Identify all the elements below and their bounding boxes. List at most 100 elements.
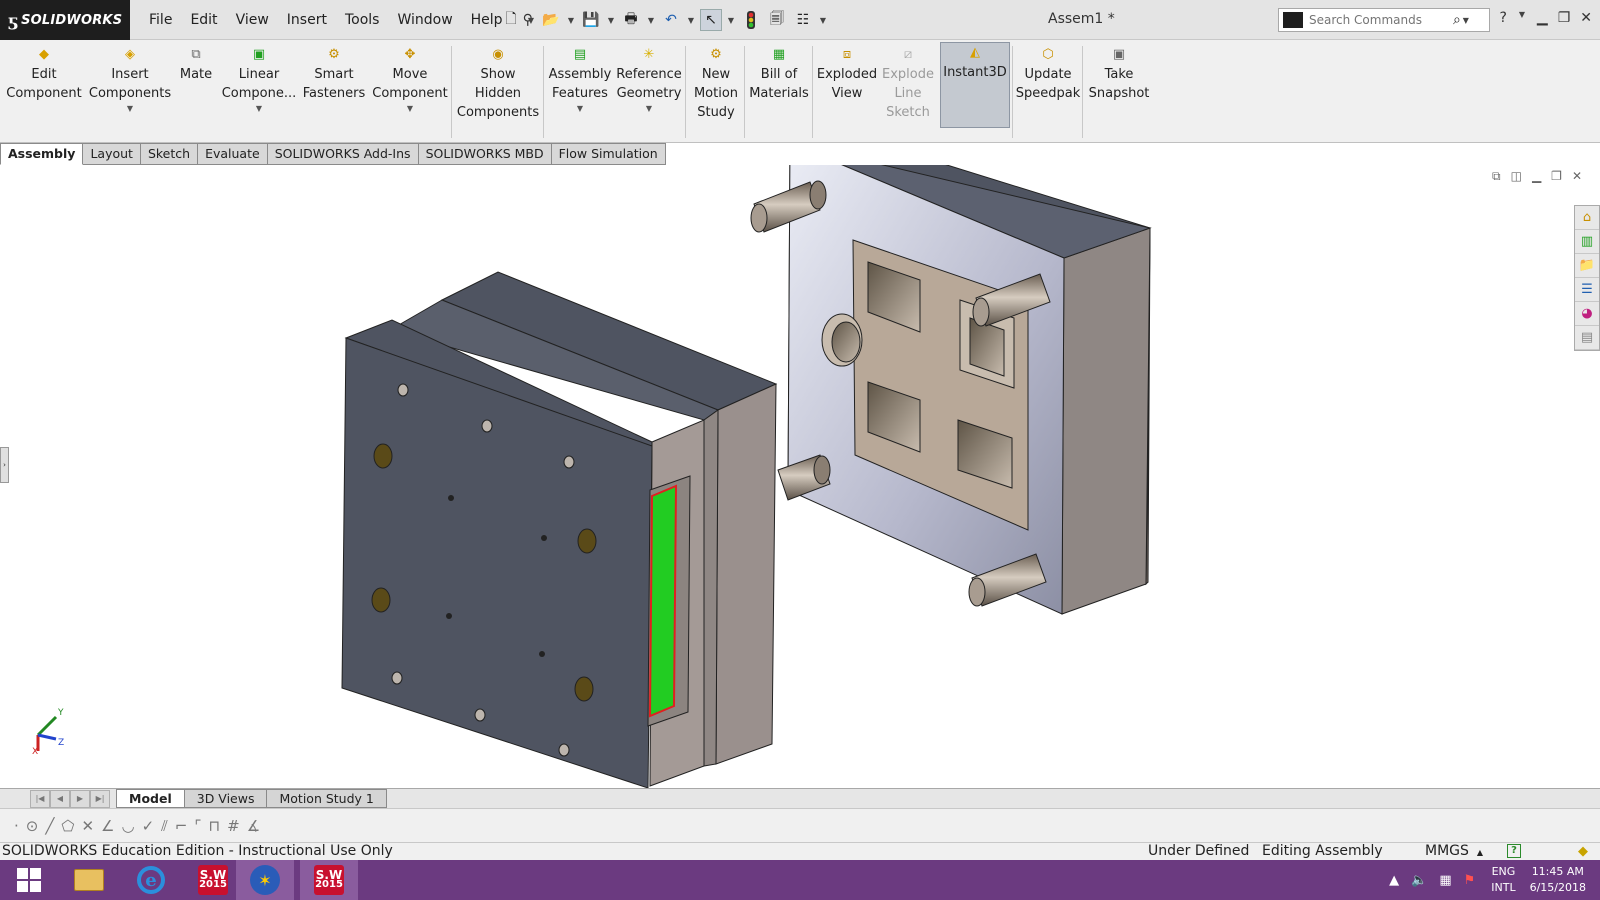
network-icon[interactable]: ▦ <box>1439 873 1451 888</box>
unit-system[interactable]: MMGS ▲ <box>1425 843 1483 861</box>
print-icon[interactable]: 🖶 <box>620 9 642 31</box>
undo-icon[interactable]: ↶ <box>660 9 682 31</box>
split-view-icon[interactable]: ◫ <box>1511 169 1522 184</box>
parallel-icon[interactable]: ⫽ <box>161 817 168 835</box>
tab-model[interactable]: Model <box>116 789 185 808</box>
prev-tab-icon[interactable]: ◀ <box>50 789 70 808</box>
feature-manager-expander[interactable]: › <box>0 447 9 483</box>
circle-icon[interactable]: ⊙ <box>26 817 39 835</box>
minimize-icon[interactable]: ▁ <box>1532 169 1541 184</box>
polygon-icon[interactable]: ⬠ <box>61 817 74 835</box>
angle-icon[interactable]: ∠ <box>101 817 114 835</box>
tile-view-icon[interactable]: ⧉ <box>1492 169 1501 184</box>
next-tab-icon[interactable]: ▶ <box>70 789 90 808</box>
first-tab-icon[interactable]: |◀ <box>30 789 50 808</box>
insert-components-button[interactable]: ◈ Insert Components ▼ <box>88 45 172 115</box>
chevron-down-icon[interactable]: ▼ <box>1461 16 1471 25</box>
taskbar-internet-explorer[interactable]: e <box>122 860 180 900</box>
chevron-down-icon[interactable]: ▼ <box>1517 10 1527 26</box>
arc-icon[interactable]: ◡ <box>121 817 134 835</box>
start-button[interactable] <box>0 860 58 900</box>
taskbar-simulation[interactable]: ✶ <box>236 860 294 900</box>
chevron-down-icon[interactable]: ▼ <box>646 103 652 115</box>
update-speedpak-button[interactable]: ⬡ Update Speedpak <box>1016 45 1081 103</box>
tab-layout[interactable]: Layout <box>83 143 141 165</box>
chevron-down-icon[interactable]: ▼ <box>127 103 133 115</box>
menu-view[interactable]: View <box>227 12 278 28</box>
close-icon[interactable]: ✕ <box>1580 10 1592 26</box>
tab-motion-study[interactable]: Motion Study 1 <box>266 789 387 808</box>
chevron-down-icon[interactable]: ▼ <box>407 103 413 115</box>
design-library-icon[interactable]: ▥ <box>1575 230 1599 254</box>
menu-insert[interactable]: Insert <box>278 12 336 28</box>
help-info-icon[interactable]: ? <box>1507 844 1521 858</box>
reference-geometry-button[interactable]: ✳ Reference Geometry ▼ <box>616 45 682 115</box>
appearances-icon[interactable]: ◕ <box>1575 302 1599 326</box>
chevron-down-icon[interactable]: ▼ <box>818 16 828 25</box>
search-commands[interactable]: ⌕ ▼ <box>1278 8 1490 32</box>
mate-button[interactable]: ⧉ Mate <box>176 45 216 84</box>
chevron-down-icon[interactable]: ▼ <box>256 103 262 115</box>
check-icon[interactable]: ✓ <box>142 817 155 835</box>
save-icon[interactable]: 💾 <box>580 9 602 31</box>
tab-addins[interactable]: SOLIDWORKS Add-Ins <box>267 143 419 165</box>
taskbar-solidworks-1[interactable]: S.W 2015 <box>184 860 242 900</box>
exploded-view-button[interactable]: ⧈ Exploded View <box>816 45 878 103</box>
volume-icon[interactable]: 🔈 <box>1411 873 1427 888</box>
last-tab-icon[interactable]: ▶| <box>90 789 110 808</box>
grid-icon[interactable]: # <box>227 817 240 835</box>
explode-line-sketch-button[interactable]: ⧄ Explode Line Sketch <box>880 45 936 122</box>
view-palette-icon[interactable]: ☰ <box>1575 278 1599 302</box>
chevron-down-icon[interactable]: ▼ <box>526 16 536 25</box>
rebuild-icon[interactable] <box>740 9 762 31</box>
help-icon[interactable]: ? <box>1499 10 1506 26</box>
tab-mbd[interactable]: SOLIDWORKS MBD <box>418 143 552 165</box>
chevron-down-icon[interactable]: ▼ <box>686 16 696 25</box>
chevron-down-icon[interactable]: ▼ <box>577 103 583 115</box>
trim-icon[interactable]: ✕ <box>81 817 94 835</box>
chevron-up-icon[interactable]: ▲ <box>1389 873 1399 888</box>
restore-icon[interactable]: ❐ <box>1558 10 1571 26</box>
close-icon[interactable]: ✕ <box>1572 169 1582 184</box>
taskbar-solidworks-2[interactable]: S.W 2015 <box>300 860 358 900</box>
tab-3d-views[interactable]: 3D Views <box>183 789 268 808</box>
search-icon[interactable]: ⌕ <box>1453 12 1461 28</box>
solidworks-logo[interactable]: ƽ SOLIDWORKS <box>0 0 130 40</box>
restore-icon[interactable]: ❐ <box>1551 169 1562 184</box>
linear-component-pattern-button[interactable]: ▣ Linear Compone... ▼ <box>222 45 297 115</box>
mold-half-left[interactable] <box>341 271 778 788</box>
mold-assembly-model[interactable] <box>0 165 1600 788</box>
language-indicator[interactable]: ENG INTL <box>1491 864 1515 896</box>
show-hidden-components-button[interactable]: ◉ Show Hidden Components <box>456 45 540 122</box>
file-properties-icon[interactable]: 🗐 <box>766 9 788 31</box>
menu-window[interactable]: Window <box>388 12 461 28</box>
options-icon[interactable]: ☷ <box>792 9 814 31</box>
home-icon[interactable]: ⌂ <box>1575 206 1599 230</box>
action-center-icon[interactable]: ⚑ <box>1464 873 1476 888</box>
select-pointer-icon[interactable]: ↖ <box>700 9 722 31</box>
tab-sketch[interactable]: Sketch <box>140 143 199 165</box>
file-explorer-icon[interactable]: 📁 <box>1575 254 1599 278</box>
chevron-down-icon[interactable]: ▼ <box>726 16 736 25</box>
minimize-icon[interactable]: ▁ <box>1537 10 1548 26</box>
corner-icon[interactable]: ⌐ <box>175 817 188 835</box>
chevron-down-icon[interactable]: ▼ <box>606 16 616 25</box>
mold-half-right[interactable] <box>750 165 1152 615</box>
bill-of-materials-button[interactable]: ▦ Bill of Materials <box>748 45 810 103</box>
graphics-area[interactable]: ⧉ ◫ ▁ ❐ ✕ ⌂ ▥ 📁 ☰ ◕ ▤ › Y Z X <box>0 165 1600 788</box>
edit-component-button[interactable]: ◆ Edit Component <box>4 45 84 103</box>
taskbar-file-explorer[interactable] <box>60 860 118 900</box>
point-icon[interactable]: · <box>14 817 19 835</box>
tab-flow-simulation[interactable]: Flow Simulation <box>551 143 666 165</box>
menu-edit[interactable]: Edit <box>181 12 226 28</box>
custom-properties-icon[interactable]: ▤ <box>1575 326 1599 350</box>
chevron-down-icon[interactable]: ▼ <box>646 16 656 25</box>
take-snapshot-button[interactable]: ▣ Take Snapshot <box>1086 45 1152 103</box>
open-folder-icon[interactable]: 📂 <box>540 9 562 31</box>
new-document-icon[interactable]: 🗋 <box>500 9 522 31</box>
clock[interactable]: 11:45 AM 6/15/2018 <box>1530 864 1586 896</box>
assembly-features-button[interactable]: ▤ Assembly Features ▼ <box>548 45 612 115</box>
chevron-down-icon[interactable]: ▼ <box>566 16 576 25</box>
new-motion-study-button[interactable]: ⚙ New Motion Study <box>690 45 742 122</box>
menu-file[interactable]: File <box>140 12 181 28</box>
